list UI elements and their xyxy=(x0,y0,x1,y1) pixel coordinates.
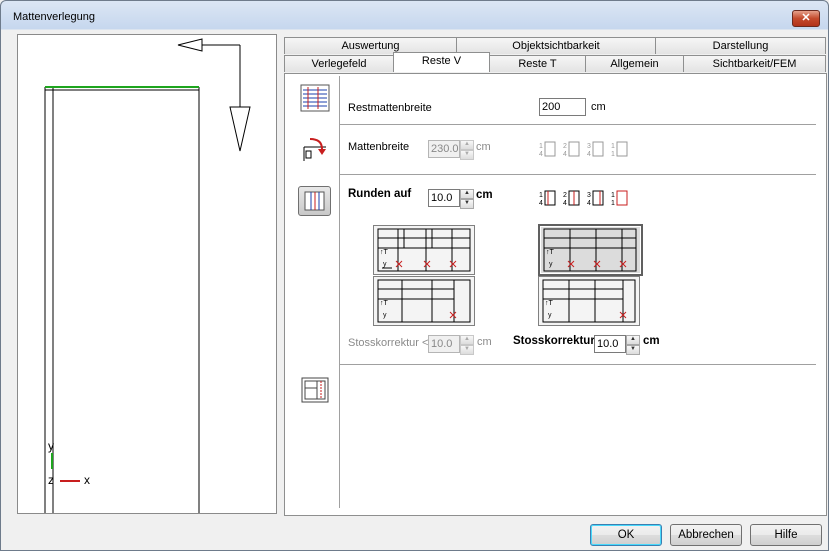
cancel-button[interactable]: Abbrechen xyxy=(670,524,742,546)
svg-text:↑T: ↑T xyxy=(380,249,389,256)
panel-vertical-divider xyxy=(339,76,340,508)
tab-reste-v[interactable]: Reste V xyxy=(393,52,490,72)
spin-up-icon: ▲ xyxy=(460,140,474,150)
restmattenbreite-input[interactable]: 200 xyxy=(539,98,586,116)
svg-text:y: y xyxy=(383,261,387,268)
svg-text:↑T: ↑T xyxy=(546,249,555,256)
svg-text:4: 4 xyxy=(587,151,591,158)
svg-text:1: 1 xyxy=(611,192,615,199)
spin-down-icon: ▼ xyxy=(460,199,474,209)
svg-text:4: 4 xyxy=(539,151,543,158)
spin-down-icon: ▼ xyxy=(460,345,474,355)
runden-label: Runden auf xyxy=(348,188,412,200)
layout-option-2b[interactable]: ↑T y xyxy=(538,276,640,326)
fraction-full-icon[interactable]: 11 xyxy=(611,189,628,207)
title-bar: Mattenverlegung ✕ xyxy=(1,1,828,31)
stoss-left-input[interactable]: 10.0 xyxy=(428,335,460,353)
stoss-right-label: Stosskorrektur < xyxy=(513,335,605,347)
svg-text:1: 1 xyxy=(539,192,543,199)
tab-sichtbarkeit-fem[interactable]: Sichtbarkeit/FEM xyxy=(683,55,826,72)
mat-panel-icon[interactable] xyxy=(300,376,330,406)
tab-reste-t[interactable]: Reste T xyxy=(489,55,586,72)
fraction-three-quarter-icon[interactable]: 34 xyxy=(587,140,604,158)
section-divider xyxy=(340,124,816,125)
fraction-quarter-icon[interactable]: 14 xyxy=(539,189,556,207)
stoss-left-unit: cm xyxy=(477,336,492,348)
close-button[interactable]: ✕ xyxy=(792,10,820,27)
tab-darstellung[interactable]: Darstellung xyxy=(655,37,826,54)
stoss-left-spinner[interactable]: ▲ ▼ xyxy=(460,335,474,355)
svg-text:2: 2 xyxy=(563,192,567,199)
layout-diagram-icon: ↑T y xyxy=(542,279,636,323)
restmattenbreite-label: Restmattenbreite xyxy=(348,102,432,114)
spin-up-icon: ▲ xyxy=(460,189,474,199)
fraction-quarter-icon[interactable]: 14 xyxy=(539,140,556,158)
svg-text:↑T: ↑T xyxy=(380,300,389,307)
fraction-half-icon[interactable]: 24 xyxy=(563,189,580,207)
mattenbreite-label: Mattenbreite xyxy=(348,141,410,153)
stoss-right-input[interactable]: 10.0 xyxy=(594,335,626,353)
stoss-right-spinner[interactable]: ▲ ▼ xyxy=(626,335,640,355)
layout-option-1b[interactable]: ↑T y xyxy=(373,276,475,326)
tab-allgemein[interactable]: Allgemein xyxy=(585,55,684,72)
layout-option-2a[interactable]: ↑T y xyxy=(538,224,643,276)
stoss-right-unit: cm xyxy=(643,335,660,347)
help-button[interactable]: Hilfe xyxy=(750,524,822,546)
svg-text:3: 3 xyxy=(587,143,591,150)
svg-text:1: 1 xyxy=(611,151,615,158)
mat-layout-icon[interactable] xyxy=(300,84,330,114)
fraction-full-icon[interactable]: 11 xyxy=(611,140,628,158)
svg-text:1: 1 xyxy=(611,200,615,207)
svg-text:y: y xyxy=(383,312,387,319)
window-title: Mattenverlegung xyxy=(13,11,95,23)
svg-text:4: 4 xyxy=(587,200,591,207)
fraction-half-icon[interactable]: 24 xyxy=(563,140,580,158)
section-divider xyxy=(340,364,816,365)
mattenbreite-spinner[interactable]: ▲ ▼ xyxy=(460,140,474,160)
runden-spinner[interactable]: ▲ ▼ xyxy=(460,189,474,209)
spin-down-icon: ▼ xyxy=(626,345,640,355)
preview-canvas[interactable]: y z x xyxy=(17,34,277,514)
svg-text:↑T: ↑T xyxy=(545,300,554,307)
preview-drawing xyxy=(44,38,251,513)
section-divider xyxy=(340,174,816,175)
runden-unit: cm xyxy=(476,189,493,201)
svg-text:1: 1 xyxy=(611,143,615,150)
spin-up-icon: ▲ xyxy=(460,335,474,345)
svg-text:4: 4 xyxy=(539,200,543,207)
rounding-toggle-icon[interactable] xyxy=(298,186,331,216)
spin-down-icon: ▼ xyxy=(460,150,474,160)
fraction-three-quarter-icon[interactable]: 34 xyxy=(587,189,604,207)
svg-text:3: 3 xyxy=(587,192,591,199)
restmattenbreite-unit: cm xyxy=(591,101,606,113)
layout-diagram-icon: ↑T y xyxy=(377,228,471,272)
svg-text:4: 4 xyxy=(563,151,567,158)
axis-z-label: z xyxy=(48,473,54,487)
tab-verlegefeld[interactable]: Verlegefeld xyxy=(284,55,394,72)
mattenbreite-input[interactable]: 230.0 xyxy=(428,140,460,158)
svg-text:2: 2 xyxy=(563,143,567,150)
layout-option-1a[interactable]: ↑T y xyxy=(373,225,475,275)
svg-text:4: 4 xyxy=(563,200,567,207)
svg-text:y: y xyxy=(548,312,552,319)
ok-button[interactable]: OK xyxy=(590,524,662,546)
direction-arrow-icon xyxy=(177,38,251,152)
spin-up-icon: ▲ xyxy=(626,335,640,345)
mat-cut-icon[interactable] xyxy=(300,135,330,165)
svg-text:y: y xyxy=(549,261,553,268)
axis-x-label: x xyxy=(84,473,90,487)
layout-diagram-icon: ↑T y xyxy=(543,228,637,272)
stoss-left-label: Stosskorrektur < xyxy=(348,337,429,349)
svg-text:1: 1 xyxy=(539,143,543,150)
layout-diagram-icon: ↑T y xyxy=(377,279,471,323)
runden-input[interactable]: 10.0 xyxy=(428,189,460,207)
axis-y-label: y xyxy=(48,439,54,453)
mattenbreite-unit: cm xyxy=(476,141,491,153)
